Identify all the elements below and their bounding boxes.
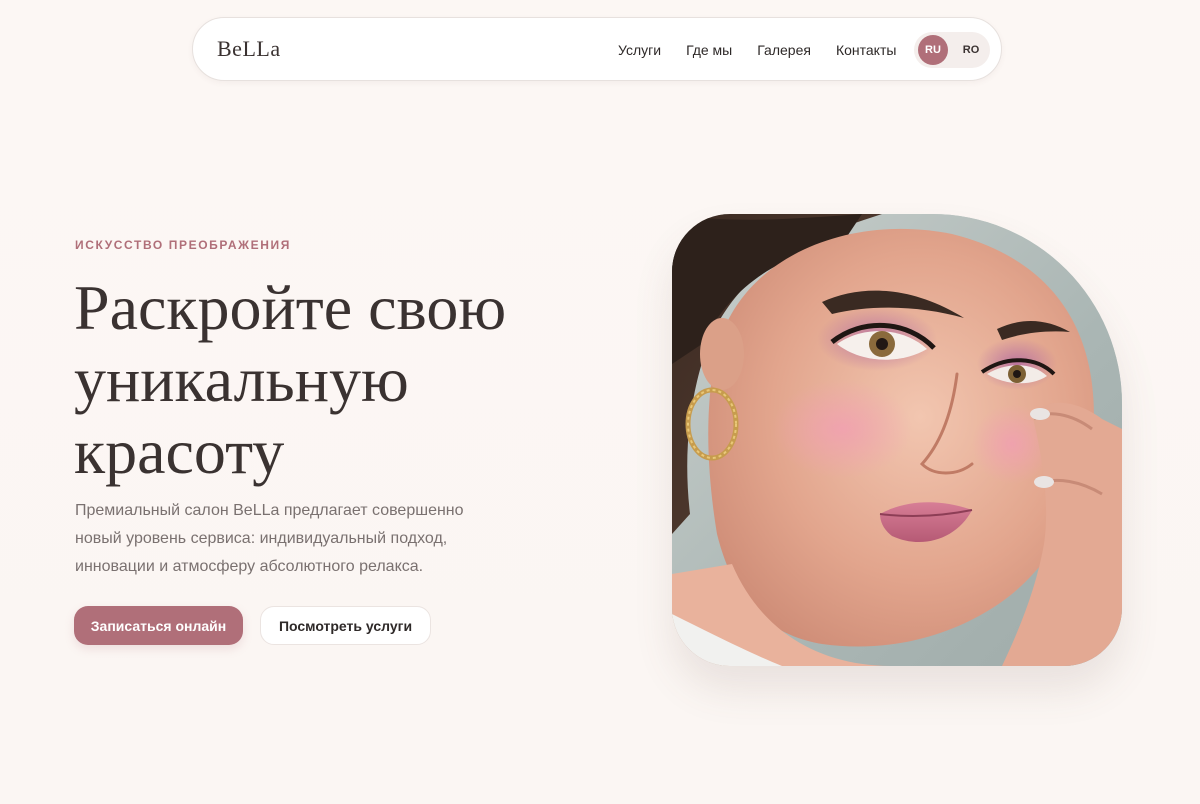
nav-link-services[interactable]: Услуги bbox=[618, 42, 661, 58]
hero-title-line-3: красоту bbox=[74, 416, 285, 487]
language-switcher: RU RO bbox=[914, 32, 990, 68]
hero-portrait-image bbox=[672, 214, 1122, 666]
nav-links: Услуги Где мы Галерея Контакты bbox=[618, 42, 921, 58]
brand-logo[interactable]: BeLLa bbox=[217, 36, 281, 62]
language-ru-button[interactable]: RU bbox=[918, 35, 948, 65]
hero-title-line-1: Раскройте свою bbox=[74, 272, 507, 343]
view-services-button[interactable]: Посмотреть услуги bbox=[260, 606, 431, 645]
hero-eyebrow: ИСКУССТВО ПРЕОБРАЖЕНИЯ bbox=[75, 238, 291, 252]
nav-link-location[interactable]: Где мы bbox=[686, 42, 732, 58]
hero-title: Раскройте свою уникальную красоту bbox=[74, 272, 574, 488]
page: BeLLa Услуги Где мы Галерея Контакты RU … bbox=[0, 0, 1200, 804]
portrait-illustration bbox=[672, 214, 1122, 666]
hero-description: Премиальный салон BeLLa предлагает совер… bbox=[75, 502, 464, 575]
top-navbar: BeLLa Услуги Где мы Галерея Контакты RU … bbox=[192, 17, 1002, 81]
book-online-button[interactable]: Записаться онлайн bbox=[74, 606, 243, 645]
hero-title-line-2: уникальную bbox=[74, 344, 409, 415]
language-ro-button[interactable]: RO bbox=[956, 35, 986, 65]
nav-link-contacts[interactable]: Контакты bbox=[836, 42, 896, 58]
nav-link-gallery[interactable]: Галерея bbox=[757, 42, 811, 58]
